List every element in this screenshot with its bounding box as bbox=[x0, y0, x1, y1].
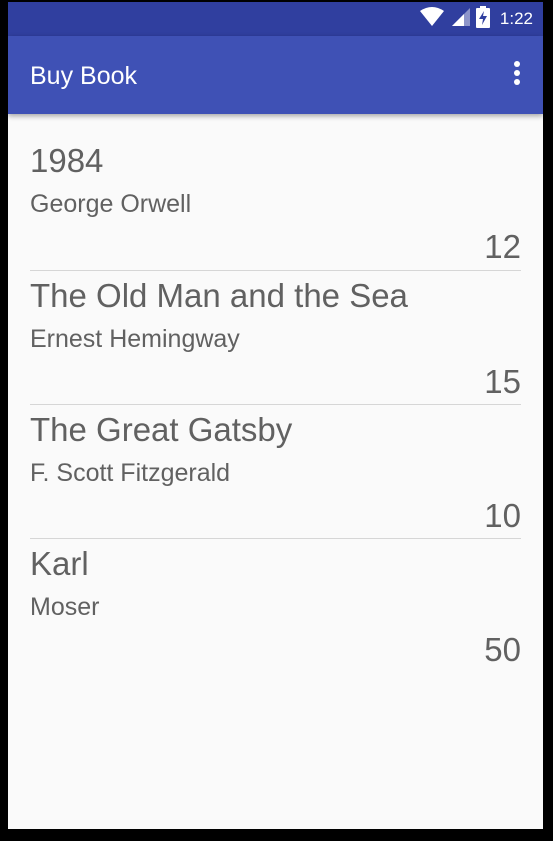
app-bar: Buy Book bbox=[8, 36, 543, 114]
battery-charging-icon bbox=[475, 5, 490, 33]
cellular-signal-icon bbox=[450, 7, 470, 32]
status-bar: 1:22 bbox=[8, 2, 543, 36]
device-screen: 1:22 Buy Book 1984 George Orwell 12 The … bbox=[8, 2, 543, 829]
status-time: 1:22 bbox=[499, 9, 533, 28]
app-title: Buy Book bbox=[30, 62, 138, 90]
book-author: F. Scott Fitzgerald bbox=[30, 459, 231, 487]
book-title: The Great Gatsby bbox=[30, 411, 293, 448]
book-title: The Old Man and the Sea bbox=[30, 277, 408, 314]
status-icons: 1:22 bbox=[419, 2, 533, 36]
book-title: Karl bbox=[30, 545, 89, 582]
book-title: 1984 bbox=[30, 142, 104, 179]
book-list-item[interactable]: The Old Man and the Sea Ernest Hemingway… bbox=[30, 271, 521, 405]
overflow-menu-button[interactable] bbox=[505, 60, 529, 90]
book-list-item[interactable]: Karl Moser 50 bbox=[30, 539, 521, 672]
book-price: 12 bbox=[484, 228, 521, 265]
book-price: 15 bbox=[484, 363, 521, 400]
more-vert-icon bbox=[513, 60, 521, 91]
book-author: Ernest Hemingway bbox=[30, 325, 240, 353]
book-price: 50 bbox=[484, 631, 521, 668]
book-price: 10 bbox=[484, 497, 521, 534]
wifi-icon bbox=[419, 6, 444, 32]
book-list-item[interactable]: 1984 George Orwell 12 bbox=[30, 114, 521, 271]
book-author: Moser bbox=[30, 593, 100, 621]
book-list-item[interactable]: The Great Gatsby F. Scott Fitzgerald 10 bbox=[30, 405, 521, 539]
book-author: George Orwell bbox=[30, 190, 192, 218]
book-list: 1984 George Orwell 12 The Old Man and th… bbox=[8, 114, 543, 829]
